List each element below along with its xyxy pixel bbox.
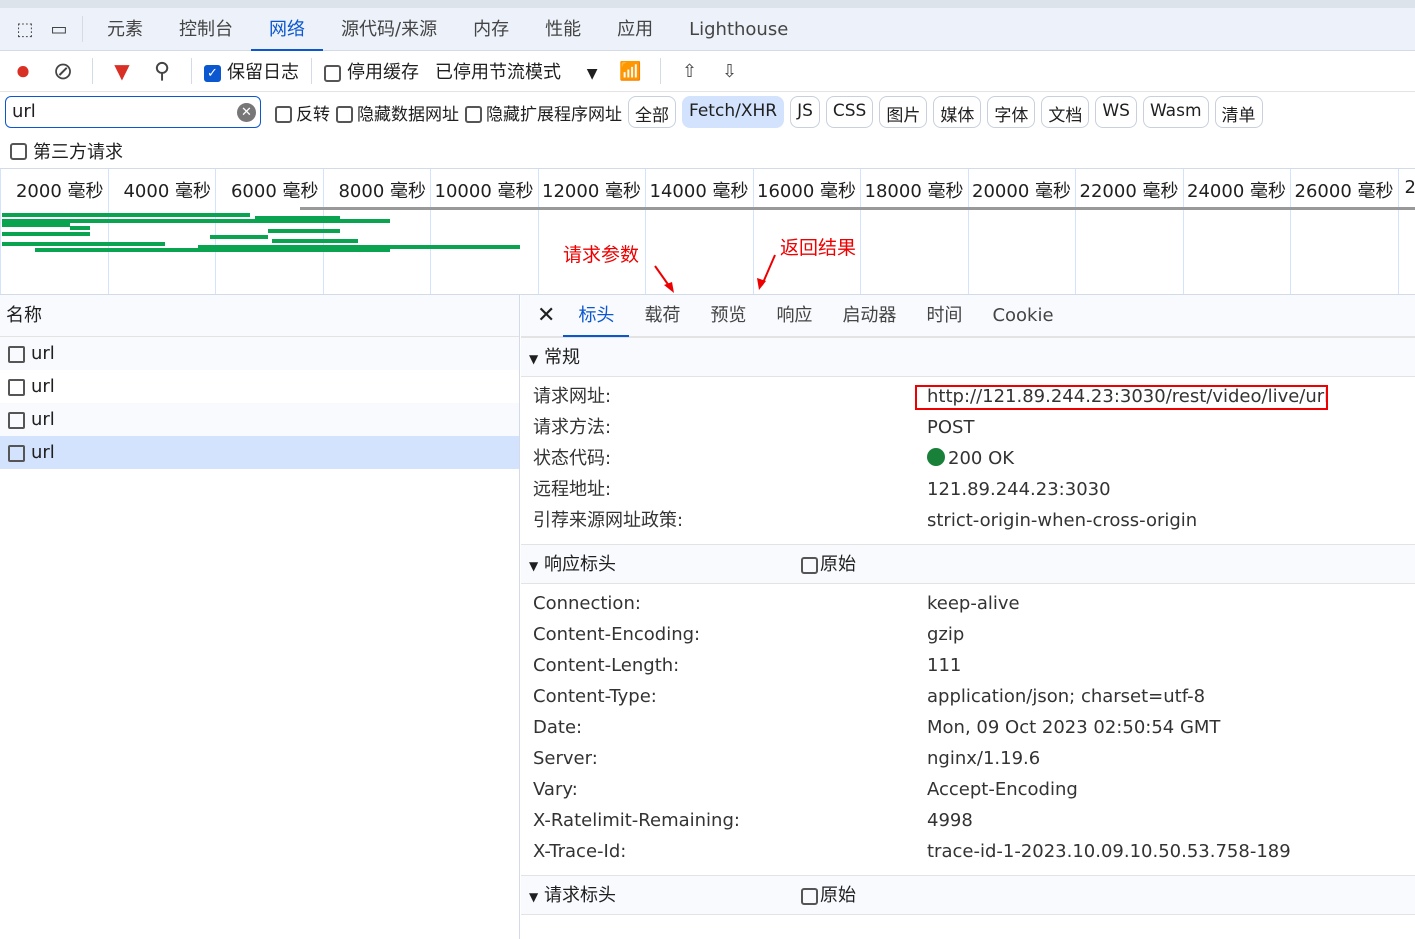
raw-checkbox[interactable]: 原始	[801, 545, 856, 585]
header-value: trace-id-1-2023.10.09.10.50.53.758-189	[927, 836, 1291, 867]
header-row: 远程地址: 121.89.244.23:3030	[521, 474, 1415, 505]
header-value: gzip	[927, 619, 964, 650]
header-value: 4998	[927, 805, 973, 836]
details-tab[interactable]: 预览	[695, 295, 761, 337]
checkbox-icon	[801, 556, 818, 574]
header-value: Mon, 09 Oct 2023 02:50:54 GMT	[927, 712, 1220, 743]
header-row: 请求方法: POST	[521, 412, 1415, 443]
header-row: X-Trace-Id: trace-id-1-2023.10.09.10.50.5…	[521, 836, 1415, 867]
header-value-text: Mon, 09 Oct 2023 02:50:54 GMT	[927, 717, 1221, 738]
header-value: keep-alive	[927, 588, 1020, 619]
header-name: Connection:	[533, 593, 641, 614]
details-tab[interactable]: 载荷	[629, 295, 695, 337]
header-name: 引荐来源网址政策:	[533, 510, 684, 531]
details-tab[interactable]: 响应	[761, 295, 827, 337]
raw-checkbox[interactable]: 原始	[801, 876, 856, 916]
header-value: 111	[927, 650, 961, 681]
name-column-header[interactable]: 名称	[0, 295, 519, 337]
header-row: Connection: keep-alive	[521, 588, 1415, 619]
header-name: Vary:	[533, 779, 578, 800]
checkbox-icon	[8, 444, 25, 462]
request-row[interactable]: url	[0, 403, 519, 436]
general-section-header[interactable]: ▼ 常规	[521, 337, 1415, 377]
raw-label: 原始	[820, 885, 856, 906]
header-name: 远程地址:	[533, 479, 612, 500]
header-name: 请求方法:	[533, 417, 612, 438]
request-name: url	[31, 409, 55, 430]
header-value: strict-origin-when-cross-origin	[927, 505, 1197, 536]
close-icon[interactable]: ✕	[521, 303, 563, 328]
section-title: 常规	[543, 347, 580, 368]
header-value-text: trace-id-1-2023.10.09.10.50.53.758-189	[927, 841, 1291, 862]
request-row[interactable]: url	[0, 436, 519, 469]
annotation-arrows	[654, 254, 776, 293]
header-value-text: gzip	[927, 624, 965, 645]
status-dot-icon	[927, 448, 945, 466]
request-name: url	[31, 442, 55, 463]
section-title: 请求标头	[543, 885, 616, 906]
section-title: 响应标头	[543, 554, 616, 575]
arrowhead-icon	[664, 282, 674, 293]
header-value-text: Accept-Encoding	[927, 779, 1078, 800]
header-row: 引荐来源网址政策: strict-origin-when-cross-origin	[521, 505, 1415, 536]
checkbox-icon	[8, 378, 25, 396]
header-row: Content-Encoding: gzip	[521, 619, 1415, 650]
header-value: application/json; charset=utf-8	[927, 681, 1205, 712]
details-tab[interactable]: 时间	[911, 295, 977, 337]
header-row: Content-Type: application/json; charset=u…	[521, 681, 1415, 712]
checkbox-icon	[8, 411, 25, 429]
header-value-text: strict-origin-when-cross-origin	[927, 510, 1198, 531]
header-name: 状态代码:	[533, 448, 612, 469]
header-value-text: application/json; charset=utf-8	[927, 686, 1206, 707]
header-value-text: 121.89.244.23:3030	[927, 479, 1111, 500]
header-name: X-Ratelimit-Remaining:	[533, 810, 740, 831]
header-value-text: 4998	[927, 810, 973, 831]
header-name: Server:	[533, 748, 598, 769]
header-value-text: 200 OK	[948, 448, 1015, 469]
header-row: 状态代码: 200 OK	[521, 443, 1415, 474]
header-name: Content-Type:	[533, 686, 657, 707]
details-tab[interactable]: 启动器	[827, 295, 911, 337]
header-value: POST	[927, 412, 974, 443]
request-list: 名称 url url url url	[0, 295, 520, 939]
checkbox-icon	[801, 887, 818, 905]
header-name: Content-Encoding:	[533, 624, 701, 645]
header-value: 121.89.244.23:3030	[927, 474, 1111, 505]
header-row: X-Ratelimit-Remaining: 4998	[521, 805, 1415, 836]
checkbox-icon	[8, 345, 25, 363]
raw-label: 原始	[820, 554, 856, 575]
header-name: Date:	[533, 717, 583, 738]
request-headers-section-header[interactable]: ▼ 请求标头 原始	[521, 875, 1415, 915]
request-name: url	[31, 343, 55, 364]
triangle-down-icon: ▼	[529, 352, 539, 366]
header-row: Date: Mon, 09 Oct 2023 02:50:54 GMT	[521, 712, 1415, 743]
request-row[interactable]: url	[0, 370, 519, 403]
header-row: Server: nginx/1.19.6	[521, 743, 1415, 774]
details-tab[interactable]: 标头	[563, 295, 630, 337]
header-value: Accept-Encoding	[927, 774, 1078, 805]
triangle-down-icon: ▼	[529, 559, 539, 573]
header-value-text: 111	[927, 655, 962, 676]
header-value: nginx/1.19.6	[927, 743, 1040, 774]
response-headers-section-header[interactable]: ▼ 响应标头 原始	[521, 544, 1415, 584]
request-name: url	[31, 376, 55, 397]
header-value-text: nginx/1.19.6	[927, 748, 1041, 769]
header-name: X-Trace-Id:	[533, 841, 627, 862]
header-row: Content-Length: 111	[521, 650, 1415, 681]
request-row[interactable]: url	[0, 337, 519, 370]
header-value-text: keep-alive	[927, 593, 1020, 614]
details-tab[interactable]: Cookie	[977, 295, 1068, 337]
header-name: 请求网址:	[533, 386, 612, 407]
header-name: Content-Length:	[533, 655, 680, 676]
triangle-down-icon: ▼	[529, 890, 539, 904]
details-tabs: ✕ 标头 载荷 预览 响应 启动器 时间 Cookie	[521, 295, 1415, 337]
header-value: 200 OK	[927, 443, 1014, 474]
header-row: Vary: Accept-Encoding	[521, 774, 1415, 805]
header-value-text: POST	[927, 417, 975, 438]
request-url-highlight-box	[915, 385, 1328, 410]
